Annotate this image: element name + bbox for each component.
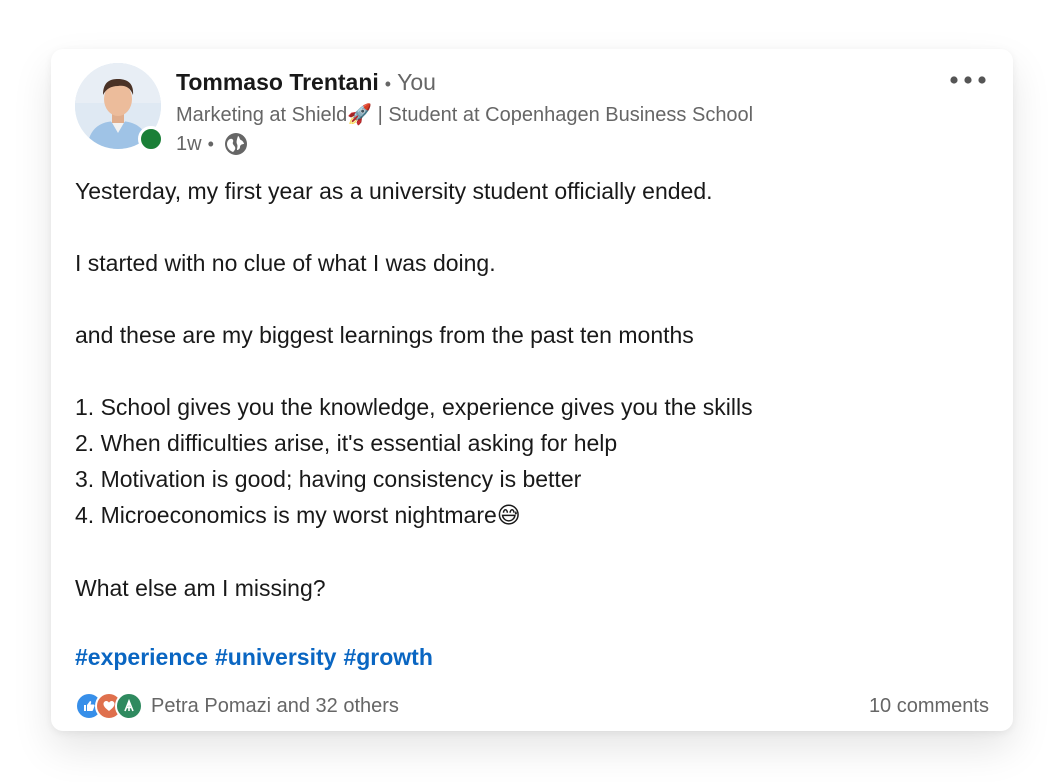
post-line: What else am I missing? <box>75 575 326 601</box>
rocket-emoji: 🚀 <box>347 102 373 126</box>
reaction-icons <box>75 692 143 720</box>
post-card: Tommaso Trentani • You Marketing at Shield… <box>51 49 1013 731</box>
reactions-text[interactable]: Petra Pomazi and 32 others <box>151 695 399 718</box>
author-name[interactable]: Tommaso Trentani <box>176 69 379 95</box>
hashtag-experience[interactable]: #experience <box>75 644 208 670</box>
post-line: 3. Motivation is good; having consistenc… <box>75 466 582 492</box>
post-line: and these are my biggest learnings from … <box>75 322 694 348</box>
post-line: 1. School gives you the knowledge, exper… <box>75 394 753 420</box>
headline-suffix: | Student at Copenhagen Business School <box>372 104 754 126</box>
post-time[interactable]: 1w <box>176 131 202 157</box>
headline-prefix: Marketing at Shield <box>176 104 348 126</box>
post-meta: 1w • <box>176 131 248 157</box>
post-line: 4. Microeconomics is my worst nightmare😅 <box>75 497 975 534</box>
hashtag-growth[interactable]: #growth <box>343 644 432 670</box>
author-avatar-container[interactable] <box>75 63 164 152</box>
social-counts: Petra Pomazi and 32 others 10 comments <box>75 689 989 723</box>
globe-icon <box>224 132 248 156</box>
comments-count[interactable]: 10 comments <box>869 695 989 718</box>
post-line-text: 4. Microeconomics is my worst nightmare <box>75 502 497 528</box>
author-name-line: Tommaso Trentani • You <box>176 67 436 99</box>
reactions-summary[interactable]: Petra Pomazi and 32 others <box>75 692 399 720</box>
hashtags: #experience #university #growth <box>75 641 440 673</box>
post-line: 2. When difficulties arise, it's essenti… <box>75 430 618 456</box>
post-line: Yesterday, my first year as a university… <box>75 178 713 204</box>
author-relation: You <box>397 69 436 95</box>
post-line: I started with no clue of what I was doi… <box>75 250 496 276</box>
more-horizontal-icon <box>950 76 986 84</box>
separator-dot: • <box>207 134 214 154</box>
sweat-smile-emoji: 😅 <box>496 503 521 529</box>
more-options-button[interactable] <box>945 65 991 95</box>
hashtag-university[interactable]: #university <box>215 644 336 670</box>
post-body: Yesterday, my first year as a university… <box>75 173 975 606</box>
online-status-indicator <box>138 126 164 152</box>
author-headline: Marketing at Shield🚀 | Student at Copenh… <box>176 100 753 129</box>
insightful-icon <box>115 692 143 720</box>
separator-dot: • <box>384 74 392 94</box>
